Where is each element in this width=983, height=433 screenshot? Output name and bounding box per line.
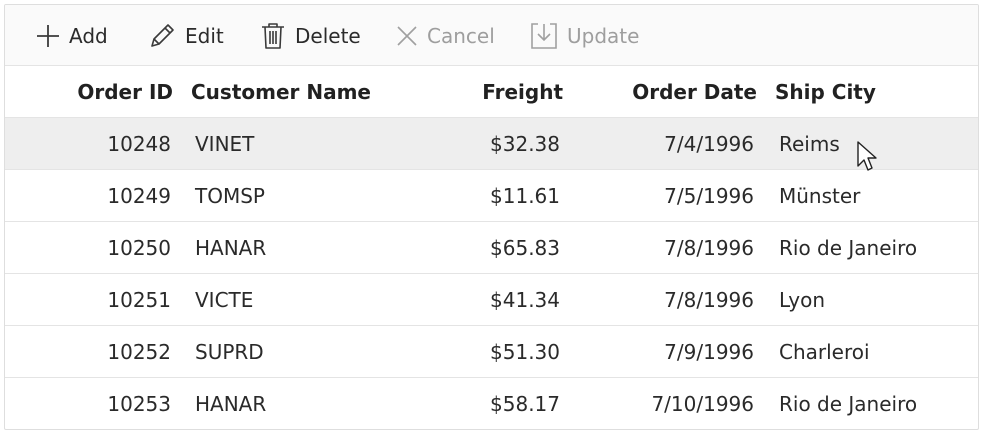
cell-customer-name: TOMSP	[195, 183, 265, 208]
cell-order-date: 7/10/1996	[651, 392, 754, 416]
edit-button-label: Edit	[185, 23, 224, 48]
header-ship-city[interactable]: Ship City	[775, 66, 975, 117]
table-row[interactable]: 10253 HANAR $58.17 7/10/1996 Rio de Jane…	[5, 378, 978, 429]
cell-customer-name: SUPRD	[195, 339, 264, 364]
edit-button[interactable]: Edit	[147, 5, 224, 66]
grid-toolbar: Add Edit Delete Cancel Update	[5, 5, 978, 66]
cancel-button-label: Cancel	[427, 23, 495, 48]
close-icon	[395, 24, 419, 48]
delete-button-label: Delete	[295, 23, 361, 48]
cell-order-date: 7/8/1996	[664, 235, 754, 260]
cell-order-id: 10249	[107, 183, 171, 208]
cell-ship-city: Reims	[779, 131, 840, 156]
cell-order-id: 10250	[107, 235, 171, 260]
trash-icon	[259, 21, 287, 51]
header-customer-name[interactable]: Customer Name	[191, 66, 431, 117]
table-row[interactable]: 10249 TOMSP $11.61 7/5/1996 Münster	[5, 170, 978, 222]
header-freight[interactable]: Freight	[445, 66, 563, 117]
cell-freight: $65.83	[490, 235, 560, 260]
cell-ship-city: Rio de Janeiro	[779, 235, 918, 260]
cell-freight: $11.61	[490, 183, 560, 208]
header-order-id[interactable]: Order ID	[5, 66, 173, 117]
data-grid: Add Edit Delete Cancel Update Order ID C…	[4, 4, 979, 430]
table-row[interactable]: 10252 SUPRD $51.30 7/9/1996 Charleroi	[5, 326, 978, 378]
table-row[interactable]: 10251 VICTE $41.34 7/8/1996 Lyon	[5, 274, 978, 326]
table-row[interactable]: 10250 HANAR $65.83 7/8/1996 Rio de Janei…	[5, 222, 978, 274]
cell-freight: $41.34	[490, 287, 560, 312]
plus-icon	[35, 23, 61, 49]
cell-ship-city: Rio de Janeiro	[779, 392, 918, 416]
table-row[interactable]: 10248 VINET $32.38 7/4/1996 Reims	[5, 118, 978, 170]
cell-order-id: 10253	[107, 392, 171, 416]
cell-ship-city: Münster	[779, 183, 861, 208]
save-icon	[529, 21, 559, 51]
add-button[interactable]: Add	[35, 5, 108, 66]
update-button[interactable]: Update	[529, 5, 639, 66]
cell-order-id: 10248	[107, 131, 171, 156]
cell-freight: $32.38	[490, 131, 560, 156]
cell-order-date: 7/8/1996	[664, 287, 754, 312]
cell-order-id: 10252	[107, 339, 171, 364]
grid-header-row: Order ID Customer Name Freight Order Dat…	[5, 66, 978, 118]
pencil-icon	[147, 21, 177, 51]
update-button-label: Update	[567, 23, 640, 48]
cell-order-date: 7/9/1996	[664, 339, 754, 364]
cell-freight: $51.30	[490, 339, 560, 364]
cell-order-date: 7/4/1996	[664, 131, 754, 156]
cancel-button[interactable]: Cancel	[395, 5, 495, 66]
cell-customer-name: VICTE	[195, 287, 254, 312]
cell-customer-name: HANAR	[195, 392, 267, 416]
add-button-label: Add	[69, 23, 108, 48]
cell-order-id: 10251	[107, 287, 171, 312]
cell-customer-name: HANAR	[195, 235, 267, 260]
header-order-date[interactable]: Order Date	[595, 66, 757, 117]
cell-order-date: 7/5/1996	[664, 183, 754, 208]
cell-freight: $58.17	[490, 392, 560, 416]
cell-ship-city: Charleroi	[779, 339, 870, 364]
cell-customer-name: VINET	[195, 131, 255, 156]
grid-body: 10248 VINET $32.38 7/4/1996 Reims 10249 …	[5, 118, 978, 429]
cell-ship-city: Lyon	[779, 287, 826, 312]
delete-button[interactable]: Delete	[259, 5, 361, 66]
